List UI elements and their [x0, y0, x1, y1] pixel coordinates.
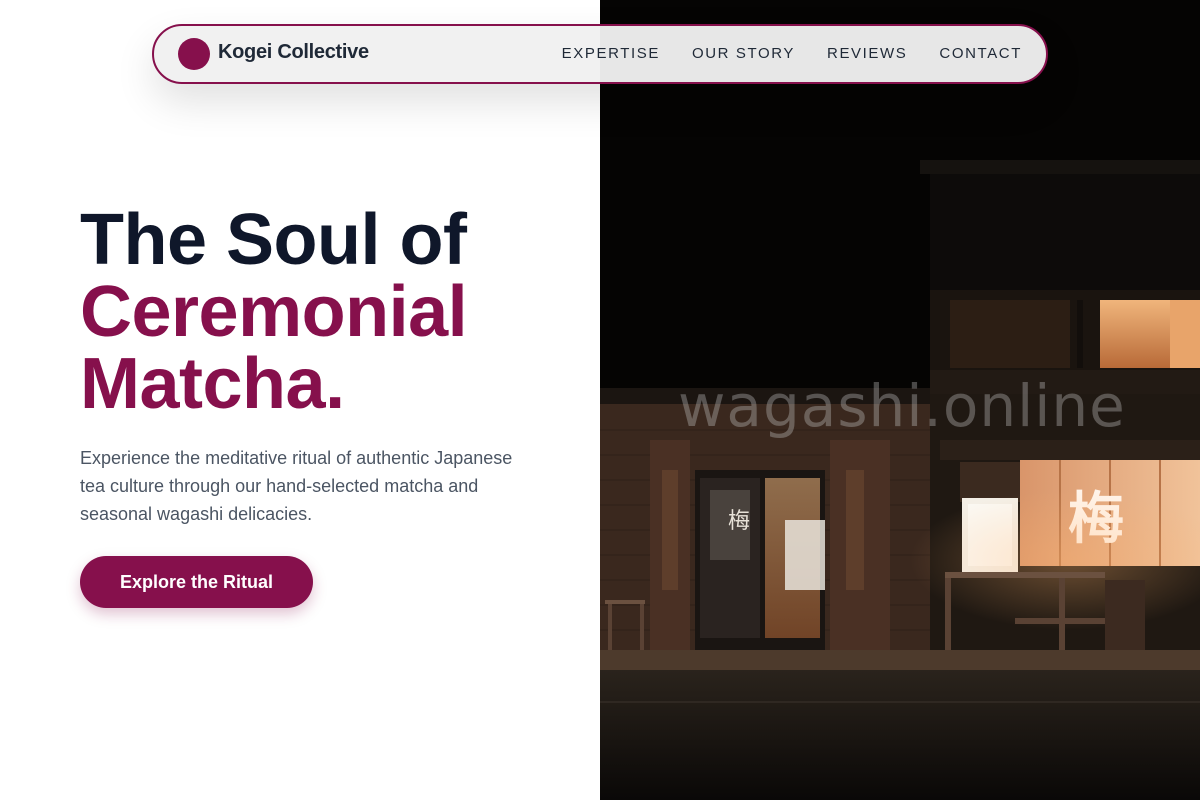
headline-line-2: Ceremonial: [80, 272, 468, 352]
nav-link-expertise[interactable]: EXPERTISE: [562, 45, 660, 62]
explore-ritual-button[interactable]: Explore the Ritual: [80, 556, 313, 608]
hero-headline: The Soul of Ceremonial Matcha.: [80, 204, 580, 420]
brand-name[interactable]: Kogei Collective: [218, 41, 369, 64]
hero-image: 梅 梅 wagashi.online: [600, 0, 1200, 800]
nav-link-contact[interactable]: CONTACT: [939, 45, 1022, 62]
nav-link-our-story[interactable]: OUR STORY: [692, 45, 795, 62]
top-navigation: Kogei Collective EXPERTISE OUR STORY REV…: [152, 24, 1048, 84]
brand-logo-icon[interactable]: [178, 38, 210, 70]
watermark-text: wagashi.online: [678, 372, 1126, 440]
headline-line-1: The Soul of: [80, 200, 467, 280]
headline-line-3: Matcha.: [80, 344, 345, 424]
nav-links: EXPERTISE OUR STORY REVIEWS CONTACT: [562, 45, 1022, 62]
nav-link-reviews[interactable]: REVIEWS: [827, 45, 907, 62]
hero-left-panel: The Soul of Ceremonial Matcha. Experienc…: [0, 0, 600, 800]
door-sign-char: 梅: [728, 509, 750, 534]
hero-subtext: Experience the meditative ritual of auth…: [80, 448, 513, 524]
